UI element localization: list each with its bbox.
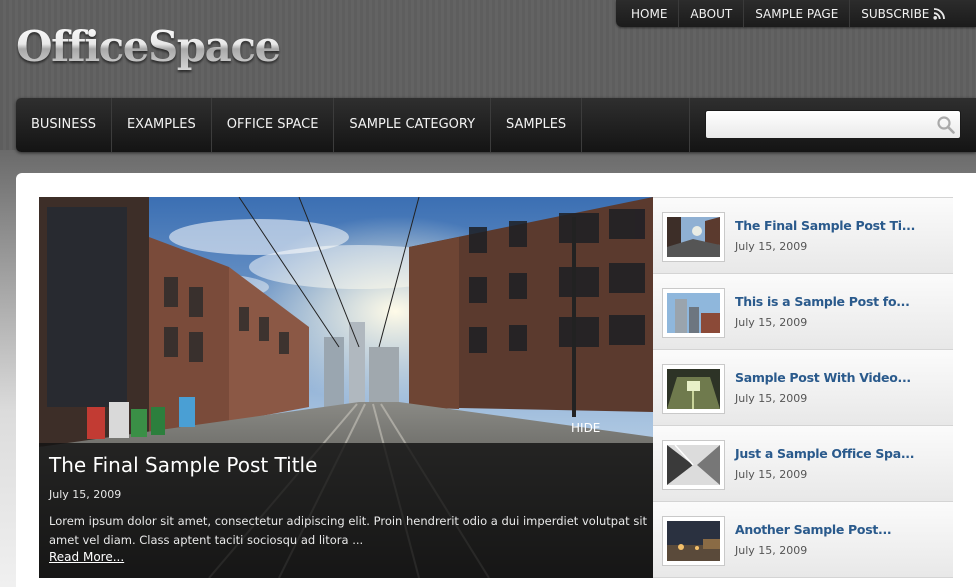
- list-item[interactable]: Sample Post With Video... July 15, 2009: [653, 350, 953, 426]
- post-title-link[interactable]: Sample Post With Video...: [735, 370, 911, 385]
- post-thumbnail[interactable]: [662, 212, 725, 262]
- featured-date: July 15, 2009: [49, 488, 122, 501]
- top-navigation: HOME ABOUT SAMPLE PAGE SUBSCRIBE: [616, 0, 976, 27]
- list-item[interactable]: Another Sample Post... July 15, 2009: [653, 502, 953, 578]
- read-more-link[interactable]: Read More...: [49, 550, 124, 564]
- post-thumbnail[interactable]: [662, 516, 725, 566]
- post-date: July 15, 2009: [735, 468, 808, 481]
- search-input[interactable]: [706, 111, 926, 138]
- post-thumbnail-list: The Final Sample Post Ti... July 15, 200…: [653, 197, 953, 578]
- magnifier-icon[interactable]: [936, 115, 956, 135]
- post-title-link[interactable]: This is a Sample Post fo...: [735, 294, 910, 309]
- post-date: July 15, 2009: [735, 240, 808, 253]
- post-date: July 15, 2009: [735, 316, 808, 329]
- nav-item-business[interactable]: BUSINESS: [16, 98, 112, 152]
- list-item[interactable]: The Final Sample Post Ti... July 15, 200…: [653, 197, 953, 274]
- list-item[interactable]: This is a Sample Post fo... July 15, 200…: [653, 274, 953, 350]
- subscribe-label: SUBSCRIBE: [861, 6, 930, 21]
- featured-slider[interactable]: HIDE The Final Sample Post Title July 15…: [39, 197, 653, 578]
- post-title-link[interactable]: Another Sample Post...: [735, 522, 892, 537]
- post-title-link[interactable]: The Final Sample Post Ti...: [735, 218, 915, 233]
- top-nav-sample-page[interactable]: SAMPLE PAGE: [744, 0, 851, 27]
- nav-item-examples[interactable]: EXAMPLES: [112, 98, 212, 152]
- post-thumbnail[interactable]: [662, 364, 725, 414]
- list-item[interactable]: Just a Sample Office Spa... July 15, 200…: [653, 426, 953, 502]
- top-nav-subscribe[interactable]: SUBSCRIBE: [850, 0, 957, 27]
- nav-item-sample-category[interactable]: SAMPLE CATEGORY: [334, 98, 492, 152]
- post-title-link[interactable]: Just a Sample Office Spa...: [735, 446, 914, 461]
- post-thumbnail[interactable]: [662, 440, 725, 490]
- main-navigation: BUSINESS EXAMPLES OFFICE SPACE SAMPLE CA…: [16, 98, 976, 152]
- search-box: [705, 110, 961, 139]
- hide-caption-link[interactable]: HIDE: [571, 421, 600, 435]
- nav-divider: [689, 98, 690, 152]
- post-date: July 15, 2009: [735, 392, 808, 405]
- rss-icon: [933, 8, 946, 20]
- featured-excerpt: Lorem ipsum dolor sit amet, consectetur …: [49, 514, 648, 547]
- top-nav-about[interactable]: ABOUT: [679, 0, 745, 27]
- post-date: July 15, 2009: [735, 544, 808, 557]
- site-logo[interactable]: OfficeSpace: [16, 22, 281, 71]
- post-thumbnail[interactable]: [662, 288, 725, 338]
- top-nav-home[interactable]: HOME: [620, 0, 680, 27]
- featured-title[interactable]: The Final Sample Post Title: [49, 453, 317, 477]
- nav-item-office-space[interactable]: OFFICE SPACE: [212, 98, 335, 152]
- nav-item-samples[interactable]: SAMPLES: [491, 98, 583, 152]
